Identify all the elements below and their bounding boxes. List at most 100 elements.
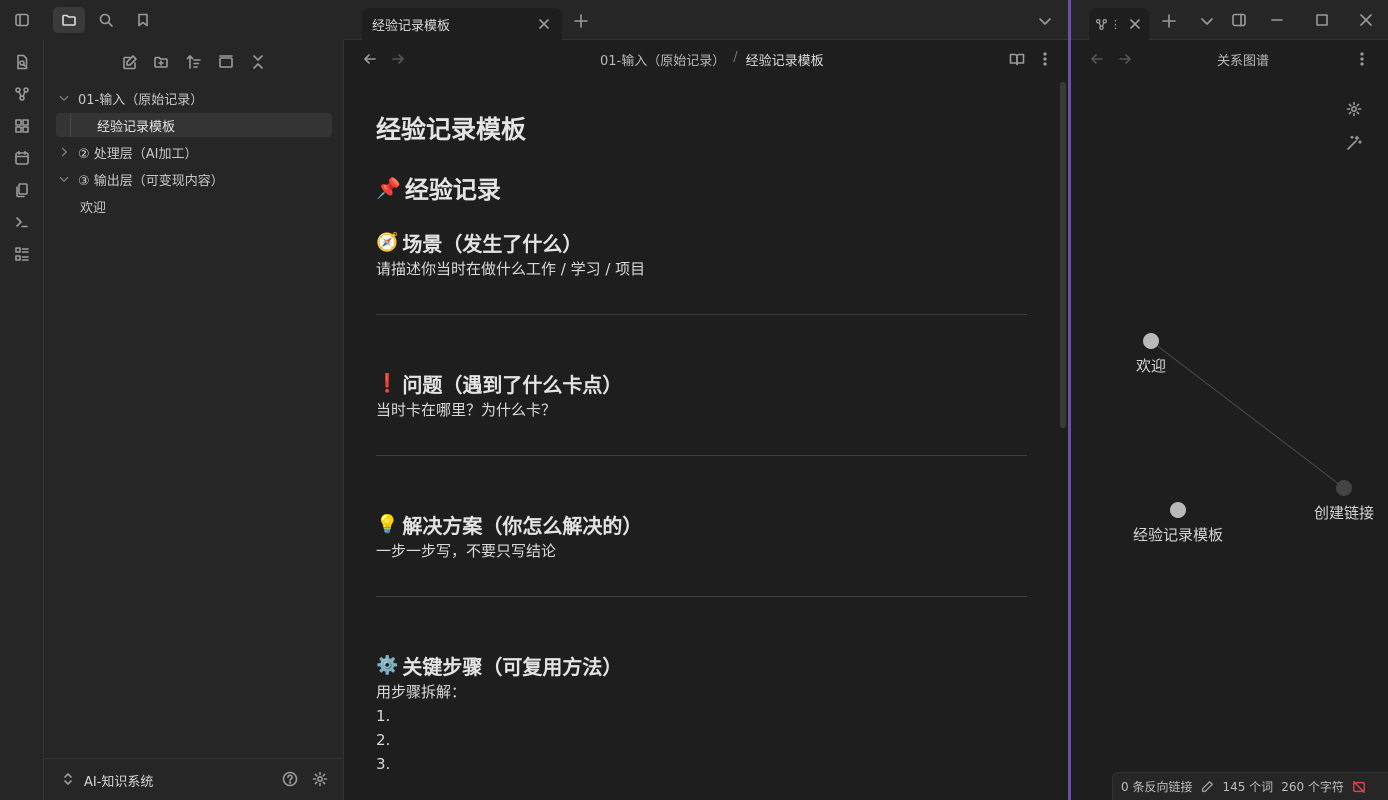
graph-node-create-link[interactable] bbox=[1336, 480, 1352, 496]
chevron-down-icon bbox=[56, 92, 72, 104]
help-icon[interactable] bbox=[281, 770, 299, 788]
tab-list-chevron-icon[interactable] bbox=[1036, 12, 1054, 30]
forward-arrow-icon[interactable] bbox=[389, 50, 407, 68]
vault-switch-icon[interactable] bbox=[60, 771, 76, 787]
tree-file-label: 经验记录模板 bbox=[97, 119, 176, 135]
tree-file-template[interactable]: 经验记录模板 bbox=[56, 113, 332, 137]
editor-header: 01-输入（原始记录） / 经验记录模板 bbox=[344, 40, 1068, 78]
tree-folder-output[interactable]: ③ 输出层（可变现内容） bbox=[56, 167, 332, 191]
graph-canvas[interactable] bbox=[1071, 40, 1388, 740]
tab-main-label: 经验记录模板 bbox=[372, 18, 451, 34]
new-folder-icon[interactable] bbox=[151, 52, 171, 72]
vault-name: AI-知识系统 bbox=[84, 775, 154, 790]
breadcrumb-current[interactable]: 经验记录模板 bbox=[746, 50, 824, 69]
calendar-icon[interactable] bbox=[6, 144, 38, 172]
word-count: 145 个词 bbox=[1222, 780, 1274, 794]
breadcrumb: 01-输入（原始记录） / 经验记录模板 bbox=[600, 50, 824, 69]
graph-node-label: 经验记录模板 bbox=[1132, 526, 1224, 544]
section-body: 当时卡在哪里？为什么卡？ bbox=[376, 401, 557, 419]
section-problem: ❗ 问题（遇到了什么卡点） 当时卡在哪里？为什么卡？ bbox=[376, 369, 1027, 422]
close-graph-tab-icon[interactable] bbox=[1127, 16, 1143, 32]
divider bbox=[376, 596, 1027, 597]
search-icon[interactable] bbox=[90, 7, 122, 33]
tree-indent-guide bbox=[70, 113, 71, 137]
section-scene: 🧭 场景（发生了什么） 请描述你当时在做什么工作 / 学习 / 项目 bbox=[376, 228, 1027, 281]
tree-folder-process[interactable]: ② 处理层（AI加工） bbox=[56, 140, 332, 164]
divider bbox=[376, 314, 1027, 315]
maximize-icon[interactable] bbox=[1313, 11, 1331, 29]
backlinks-count[interactable]: 0 条反向链接 bbox=[1121, 778, 1192, 795]
list-item: 1. bbox=[376, 707, 391, 725]
tree-folder-label: ② 处理层（AI加工） bbox=[78, 146, 198, 162]
minimize-icon[interactable] bbox=[1268, 11, 1286, 29]
settings-gear-icon[interactable] bbox=[311, 770, 329, 788]
bookmark-icon[interactable] bbox=[127, 7, 159, 33]
section-heading: 场景（发生了什么） bbox=[402, 232, 583, 256]
divider bbox=[376, 455, 1027, 456]
close-icon[interactable] bbox=[536, 16, 552, 32]
graph-node-template[interactable] bbox=[1170, 502, 1186, 518]
lightbulb-icon: 💡 bbox=[376, 513, 399, 535]
outline-icon[interactable] bbox=[6, 240, 38, 268]
list-item: 2. bbox=[376, 731, 391, 749]
char-count: 260 个字符 bbox=[1281, 780, 1344, 794]
exclamation-icon: ❗ bbox=[376, 372, 399, 394]
list-item: 3. bbox=[376, 755, 391, 773]
tree-folder-label: 01-输入（原始记录） bbox=[78, 92, 204, 108]
tab-list-right-chevron-icon[interactable] bbox=[1198, 12, 1216, 30]
files-icon[interactable] bbox=[53, 7, 85, 33]
auto-reveal-icon[interactable] bbox=[216, 52, 236, 72]
graph-view-icon[interactable] bbox=[6, 80, 38, 108]
new-note-icon[interactable] bbox=[120, 52, 140, 72]
status-bar: 0 条反向链接 145 个词 260 个字符 bbox=[1112, 772, 1388, 800]
graph-node-label: 欢迎 bbox=[1135, 357, 1167, 375]
sort-icon[interactable] bbox=[184, 52, 204, 72]
tree-file-welcome[interactable]: 欢迎 bbox=[56, 194, 332, 218]
vault-switcher[interactable]: AI-知识系统 bbox=[44, 758, 343, 800]
breadcrumb-parent[interactable]: 01-输入（原始记录） bbox=[600, 50, 725, 69]
gear-icon: ⚙️ bbox=[376, 654, 399, 676]
reading-view-icon[interactable] bbox=[1008, 50, 1026, 68]
section-heading: 问题（遇到了什么卡点） bbox=[402, 373, 623, 397]
templates-icon[interactable] bbox=[6, 176, 38, 204]
chevron-down-icon bbox=[56, 173, 72, 185]
file-explorer: 01-输入（原始记录） 经验记录模板 ② 处理层（AI加工） ③ 输出层（可变现… bbox=[44, 40, 344, 800]
tab-main[interactable]: 经验记录模板 bbox=[362, 8, 562, 40]
section-solution: 💡 解决方案（你怎么解决的） 一步一步写，不要只写结论 bbox=[376, 510, 1027, 563]
new-tab-icon[interactable] bbox=[572, 12, 590, 30]
section-body: 一步一步写，不要只写结论 bbox=[376, 542, 557, 560]
tree-folder-label: ③ 输出层（可变现内容） bbox=[78, 173, 224, 189]
doc-title: 经验记录模板 bbox=[376, 110, 1027, 146]
graph-pane: 关系图谱 欢迎 经验记录模板 创建链接 bbox=[1071, 40, 1388, 800]
doc-h2-text: 经验记录 bbox=[404, 176, 501, 204]
toggle-right-sidebar-icon[interactable] bbox=[1230, 11, 1248, 29]
editor-scrollbar[interactable] bbox=[1060, 82, 1066, 428]
section-heading: 关键步骤（可复用方法） bbox=[402, 655, 623, 679]
canvas-icon[interactable] bbox=[6, 112, 38, 140]
window-close-icon[interactable] bbox=[1357, 11, 1375, 29]
graph-edge bbox=[1150, 340, 1345, 489]
back-arrow-icon[interactable] bbox=[361, 50, 379, 68]
doc-title-text: 经验记录模板 bbox=[376, 115, 527, 144]
ribbon bbox=[0, 40, 44, 800]
breadcrumb-separator: / bbox=[733, 50, 738, 65]
toggle-sidebar-icon[interactable] bbox=[6, 7, 38, 33]
graph-node-welcome[interactable] bbox=[1143, 333, 1159, 349]
edit-pencil-icon[interactable] bbox=[1200, 780, 1214, 794]
section-steps: ⚙️ 关键步骤（可复用方法） 用步骤拆解： 1. 2. 3. bbox=[376, 651, 1027, 776]
terminal-icon[interactable] bbox=[6, 208, 38, 236]
sync-error-icon[interactable] bbox=[1352, 780, 1366, 794]
tree-folder-input[interactable]: 01-输入（原始记录） bbox=[56, 86, 332, 110]
new-tab-right-icon[interactable] bbox=[1160, 12, 1178, 30]
collapse-all-icon[interactable] bbox=[248, 52, 268, 72]
graph-node-label: 创建链接 bbox=[1313, 504, 1375, 522]
more-options-icon[interactable] bbox=[1036, 50, 1054, 68]
tab-graph[interactable]: ⋮ bbox=[1089, 8, 1149, 40]
section-heading: 解决方案（你怎么解决的） bbox=[402, 514, 643, 538]
tree-file-label: 欢迎 bbox=[80, 200, 107, 216]
sidebar-header bbox=[0, 0, 344, 40]
graph-icon bbox=[1095, 18, 1108, 31]
tab-graph-label-truncated: ⋮ bbox=[1110, 17, 1121, 31]
section-body: 请描述你当时在做什么工作 / 学习 / 项目 bbox=[376, 260, 646, 278]
open-file-icon[interactable] bbox=[6, 48, 38, 76]
